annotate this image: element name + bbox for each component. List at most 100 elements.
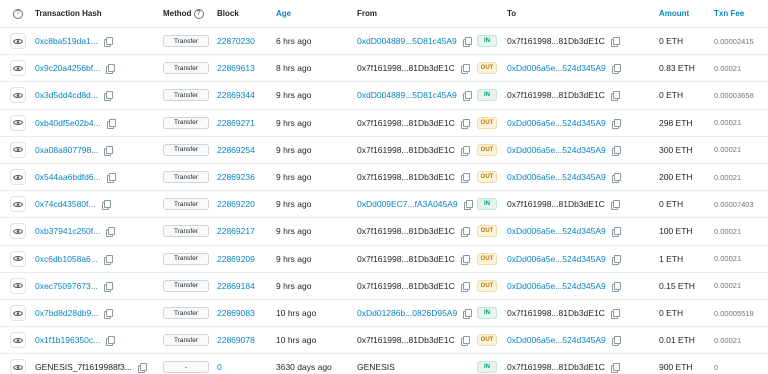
block-link[interactable]: 22869184 xyxy=(217,273,255,299)
copy-icon[interactable] xyxy=(611,173,621,184)
eye-icon[interactable] xyxy=(10,60,26,77)
copy-icon[interactable] xyxy=(460,64,470,75)
eye-icon[interactable] xyxy=(10,87,26,104)
copy-icon[interactable] xyxy=(611,254,621,265)
block-link[interactable]: 22869083 xyxy=(217,300,255,326)
tx-hash-link[interactable]: 0x3d5dd4cd8d... xyxy=(35,90,98,100)
tx-hash-link[interactable]: 0xec75097673... xyxy=(35,281,98,291)
copy-icon[interactable] xyxy=(463,200,473,211)
eye-icon[interactable] xyxy=(10,196,26,213)
tx-hash-link[interactable]: 0x1f1b196350c... xyxy=(35,335,100,345)
copy-icon[interactable] xyxy=(103,91,113,102)
to-address[interactable]: 0xDd006a5e...524d345A9 xyxy=(507,118,606,128)
txn-fee-text: 0.00021 xyxy=(714,118,742,128)
copy-icon[interactable] xyxy=(610,200,620,211)
block-link[interactable]: 22869254 xyxy=(217,137,255,163)
block-link[interactable]: 22869209 xyxy=(217,246,255,272)
copy-icon[interactable] xyxy=(611,64,621,75)
copy-icon[interactable] xyxy=(611,281,621,292)
direction-badge: OUT xyxy=(477,225,497,238)
block-link[interactable]: 22869344 xyxy=(217,82,255,108)
copy-icon[interactable] xyxy=(104,309,114,320)
block-link[interactable]: 0 xyxy=(217,354,222,374)
copy-icon[interactable] xyxy=(460,145,470,156)
copy-icon[interactable] xyxy=(463,309,473,320)
copy-icon[interactable] xyxy=(460,173,470,184)
copy-icon[interactable] xyxy=(460,336,470,347)
copy-icon[interactable] xyxy=(101,200,111,211)
block-link[interactable]: 22869217 xyxy=(217,218,255,244)
copy-icon[interactable] xyxy=(611,145,621,156)
copy-icon[interactable] xyxy=(137,363,147,374)
from-address[interactable]: 0xdD004889...5D81c45A9 xyxy=(357,36,457,46)
to-address[interactable]: 0xDd006a5e...524d345A9 xyxy=(507,335,606,345)
block-link[interactable]: 22869271 xyxy=(217,110,255,136)
eye-icon[interactable] xyxy=(10,250,26,267)
copy-icon[interactable] xyxy=(103,37,113,48)
copy-icon[interactable] xyxy=(106,227,116,238)
copy-icon[interactable] xyxy=(610,91,620,102)
to-address[interactable]: 0xDd006a5e...524d345A9 xyxy=(507,226,606,236)
copy-icon[interactable] xyxy=(103,254,113,265)
col-age-toggle[interactable]: Age xyxy=(276,0,291,27)
eye-icon[interactable] xyxy=(10,277,26,294)
tx-hash-link[interactable]: 0x544aa6bdfd6... xyxy=(35,172,101,182)
copy-icon[interactable] xyxy=(610,37,620,48)
copy-icon[interactable] xyxy=(462,91,472,102)
copy-icon[interactable] xyxy=(106,118,116,129)
copy-icon[interactable] xyxy=(106,64,116,75)
help-icon[interactable]: ? xyxy=(9,0,27,27)
to-cell: 0xDd006a5e...524d345A9 xyxy=(507,273,621,299)
tx-hash-link[interactable]: 0xc8ba519da1... xyxy=(35,36,98,46)
eye-icon[interactable] xyxy=(10,33,26,50)
copy-icon[interactable] xyxy=(103,281,113,292)
copy-icon[interactable] xyxy=(611,227,621,238)
eye-icon[interactable] xyxy=(10,223,26,240)
tx-hash-link[interactable]: 0x7bd8d28db9... xyxy=(35,308,98,318)
tx-hash-link[interactable]: 0xb40df5e02b4... xyxy=(35,118,101,128)
from-address[interactable]: 0xdD004889...5D81c45A9 xyxy=(357,90,457,100)
tx-hash-link[interactable]: 0xc6db1058a6... xyxy=(35,254,98,264)
from-address[interactable]: 0xDd01286b...0826D95A9 xyxy=(357,308,457,318)
copy-icon[interactable] xyxy=(610,363,620,374)
tx-hash-link[interactable]: 0x74cd43580f... xyxy=(35,199,96,209)
copy-icon[interactable] xyxy=(611,336,621,347)
to-address[interactable]: 0xDd006a5e...524d345A9 xyxy=(507,63,606,73)
copy-icon[interactable] xyxy=(106,336,116,347)
copy-icon[interactable] xyxy=(104,145,114,156)
method-info-icon[interactable]: ? xyxy=(193,8,204,19)
to-address[interactable]: 0xDd006a5e...524d345A9 xyxy=(507,281,606,291)
eye-icon[interactable] xyxy=(10,359,26,374)
col-fee-toggle[interactable]: Txn Fee xyxy=(714,0,744,27)
copy-icon[interactable] xyxy=(460,254,470,265)
to-address[interactable]: 0xDd006a5e...524d345A9 xyxy=(507,145,606,155)
eye-icon[interactable] xyxy=(10,141,26,158)
block-link[interactable]: 22870230 xyxy=(217,28,255,54)
col-amount-toggle[interactable]: Amount xyxy=(659,0,689,27)
tx-hash-link[interactable]: 0x9c20a4256bf... xyxy=(35,63,100,73)
tx-hash-link[interactable]: 0xa08a807798... xyxy=(35,145,98,155)
method-cell: Transfer xyxy=(163,28,209,54)
eye-icon[interactable] xyxy=(10,169,26,186)
to-address[interactable]: 0xDd006a5e...524d345A9 xyxy=(507,254,606,264)
copy-icon[interactable] xyxy=(106,173,116,184)
copy-icon[interactable] xyxy=(462,37,472,48)
from-address[interactable]: 0xDd009EC7...fA3A045A9 xyxy=(357,199,458,209)
block-link[interactable]: 22869236 xyxy=(217,164,255,190)
eye-icon[interactable] xyxy=(10,114,26,131)
to-address[interactable]: 0xDd006a5e...524d345A9 xyxy=(507,172,606,182)
block-link[interactable]: 22869220 xyxy=(217,191,255,217)
block-link[interactable]: 22869613 xyxy=(217,55,255,81)
txn-fee-text: 0.00021 xyxy=(714,226,742,236)
tx-hash-link[interactable]: 0xb37941c250f... xyxy=(35,226,100,236)
eye-icon[interactable] xyxy=(10,332,26,349)
method-badge: Transfer xyxy=(163,252,209,265)
copy-icon[interactable] xyxy=(460,118,470,129)
copy-icon[interactable] xyxy=(610,309,620,320)
eye-icon[interactable] xyxy=(10,305,26,322)
copy-icon[interactable] xyxy=(611,118,621,129)
block-link[interactable]: 22869078 xyxy=(217,327,255,353)
copy-icon[interactable] xyxy=(460,281,470,292)
copy-icon[interactable] xyxy=(460,227,470,238)
to-address: 0x7f161998...81Db3dE1C xyxy=(507,308,605,319)
